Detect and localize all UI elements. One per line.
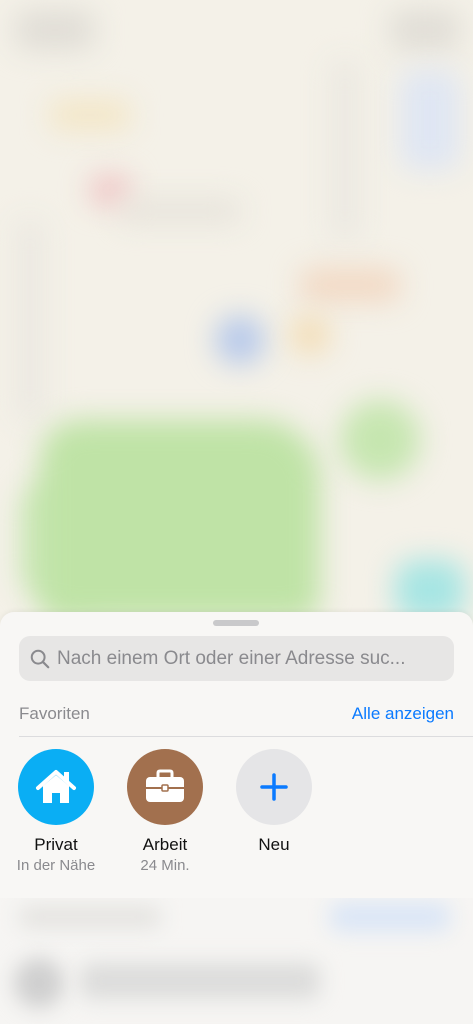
search-bar[interactable]: Nach einem Ort oder einer Adresse suc...	[19, 636, 454, 681]
briefcase-icon	[146, 769, 184, 802]
map-road	[15, 220, 45, 420]
map-blur-region	[50, 100, 130, 130]
faded-sheet-content	[0, 898, 473, 1024]
favorite-home-subtitle: In der Nähe	[16, 857, 96, 874]
divider	[19, 736, 473, 737]
faded-section-title	[20, 906, 160, 928]
plus-icon	[260, 773, 288, 801]
faded-section-link	[330, 902, 450, 932]
map-blur-region	[15, 10, 95, 50]
favorite-home-circle[interactable]	[18, 749, 94, 825]
map-road	[330, 60, 360, 240]
map-pin	[290, 315, 330, 355]
favorite-home[interactable]: Privat In der Nähe	[1, 749, 111, 874]
house-icon	[36, 770, 76, 803]
map-blur-region	[395, 560, 465, 620]
search-icon	[30, 649, 50, 668]
show-all-favorites-link[interactable]: Alle anzeigen	[352, 704, 454, 724]
faded-row	[80, 963, 320, 999]
favorites-title: Favoriten	[19, 704, 90, 723]
map-blur-region	[390, 10, 460, 50]
map-pin	[215, 315, 265, 365]
favorite-add-new[interactable]: Neu	[219, 749, 329, 855]
faded-avatar	[14, 958, 64, 1008]
map-park	[40, 420, 320, 620]
favorite-work[interactable]: Arbeit 24 Min.	[110, 749, 220, 874]
sheet-grabber[interactable]	[213, 620, 259, 626]
favorites-header: Favoriten Alle anzeigen	[19, 702, 454, 728]
map-blur-region	[300, 268, 400, 302]
search-input[interactable]: Nach einem Ort oder einer Adresse suc...	[57, 648, 437, 670]
favorite-add-label: Neu	[258, 835, 290, 854]
favorite-work-label: Arbeit	[142, 835, 188, 854]
favorite-work-circle[interactable]	[127, 749, 203, 825]
favorite-home-label: Privat	[34, 835, 78, 854]
map-blur-region	[120, 200, 240, 222]
map-park	[340, 400, 420, 480]
map-controls-blur	[400, 70, 460, 170]
bottom-sheet: Nach einem Ort oder einer Adresse suc...…	[0, 612, 473, 898]
favorite-add-circle[interactable]	[236, 749, 312, 825]
favorite-work-subtitle: 24 Min.	[140, 857, 190, 874]
